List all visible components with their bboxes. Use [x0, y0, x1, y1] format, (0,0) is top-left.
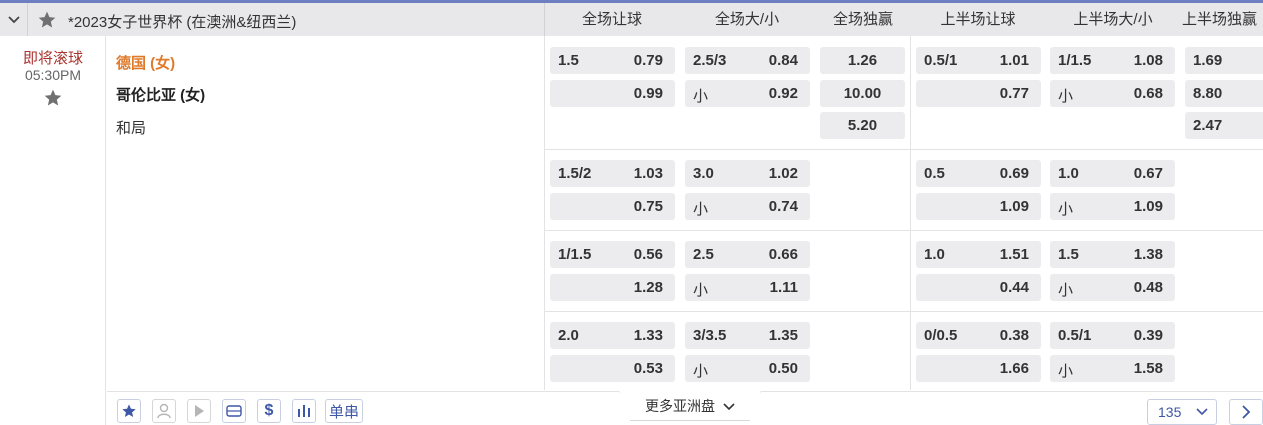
ticket-button[interactable]	[222, 399, 246, 423]
chevron-right-icon	[1242, 405, 1251, 419]
live-streamer-icon	[157, 403, 171, 419]
play-icon	[195, 405, 204, 417]
ft-handicap-away-odds[interactable]: 0.53	[550, 355, 675, 382]
col-ft-handicap: 全场让球	[581, 11, 642, 28]
col-ft-1x2: 全场独赢	[832, 11, 893, 28]
ft-handicap-away-odds[interactable]: 1.28	[550, 274, 675, 301]
ht-1x2-home-odds[interactable]: 1.69	[1185, 47, 1263, 74]
chevron-down-icon	[1196, 400, 1208, 425]
market-count-select[interactable]: 135	[1147, 399, 1217, 425]
match-status: 即将滚球	[22, 50, 83, 67]
col-ht-1x2: 上半场独赢	[1182, 11, 1258, 28]
league-header: *2023女子世界杯 (在澳洲&纽西兰) 全场让球 全场大/小 全场独赢 上半场…	[0, 0, 1263, 36]
more-label: 更多亚洲盘	[645, 398, 716, 414]
ft-under-odds[interactable]: 小 0.50	[685, 355, 810, 382]
ft-over-odds[interactable]: 2.5 0.66	[685, 241, 810, 268]
ht-over-odds[interactable]: 1.5 1.38	[1050, 241, 1175, 268]
ht-handicap-home-odds[interactable]: 1.0 1.51	[916, 241, 1041, 268]
away-team: 哥伦比亚 (女)	[116, 87, 206, 104]
ft-under-odds[interactable]: 小 1.11	[685, 274, 810, 301]
star-icon[interactable]	[36, 10, 58, 30]
line-divider	[545, 149, 1263, 150]
ft-handicap-home-odds[interactable]: 1.5 0.79	[550, 47, 675, 74]
draw-label: 和局	[116, 120, 147, 137]
ft-1x2-away-odds[interactable]: 10.00	[820, 80, 905, 107]
play-button[interactable]	[187, 399, 211, 423]
ht-1x2-away-odds[interactable]: 8.80	[1185, 80, 1263, 107]
ht-1x2-draw-odds[interactable]: 2.47	[1185, 112, 1263, 139]
ft-1x2-draw-odds[interactable]: 5.20	[820, 112, 905, 139]
ht-under-odds[interactable]: 小 0.68	[1050, 80, 1175, 107]
ht-handicap-home-odds[interactable]: 0.5 0.69	[916, 160, 1041, 187]
ft-over-odds[interactable]: 2.5/3 0.84	[685, 47, 810, 74]
ticket-icon	[226, 405, 242, 417]
stats-button[interactable]	[292, 399, 316, 423]
ft-handicap-away-odds[interactable]: 0.75	[550, 193, 675, 220]
ht-handicap-away-odds[interactable]: 0.77	[916, 80, 1041, 107]
dollar-icon: $	[264, 402, 274, 419]
ht-over-odds[interactable]: 1/1.5 1.08	[1050, 47, 1175, 74]
match-time: 05:30PM	[24, 67, 82, 83]
column-divider	[544, 36, 545, 390]
ft-over-odds[interactable]: 3.0 1.02	[685, 160, 810, 187]
line-divider	[545, 311, 1263, 312]
ft-handicap-away-odds[interactable]: 0.99	[550, 80, 675, 107]
line-divider	[545, 230, 1263, 231]
ft-over-odds[interactable]: 3/3.5 1.35	[685, 322, 810, 349]
favorite-star-icon[interactable]	[42, 88, 64, 108]
header-divider	[544, 3, 545, 36]
ft-handicap-home-odds[interactable]: 1/1.5 0.56	[550, 241, 675, 268]
ht-over-odds[interactable]: 1.0 0.67	[1050, 160, 1175, 187]
more-asian-lines-toggle[interactable]: 更多亚洲盘	[619, 391, 761, 421]
ht-under-odds[interactable]: 小 1.58	[1050, 355, 1175, 382]
league-title: *2023女子世界杯 (在澳洲&纽西兰)	[68, 14, 297, 31]
chevron-down-icon	[7, 15, 20, 23]
column-divider	[910, 36, 911, 390]
collapse-toggle[interactable]	[0, 3, 28, 36]
chevron-down-icon	[723, 403, 735, 411]
bar-chart-icon	[298, 405, 310, 417]
live-streamer-button[interactable]	[152, 399, 176, 423]
ht-handicap-away-odds[interactable]: 1.09	[916, 193, 1041, 220]
ht-under-odds[interactable]: 小 0.48	[1050, 274, 1175, 301]
dollar-button[interactable]: $	[257, 399, 281, 423]
ft-under-odds[interactable]: 小 0.92	[685, 80, 810, 107]
ft-under-odds[interactable]: 小 0.74	[685, 193, 810, 220]
col-ft-over-under: 全场大/小	[714, 11, 780, 28]
ht-over-odds[interactable]: 0.5/1 0.39	[1050, 322, 1175, 349]
col-ht-over-under: 上半场大/小	[1073, 11, 1153, 28]
ht-handicap-home-odds[interactable]: 0.5/1 1.01	[916, 47, 1041, 74]
ht-handicap-away-odds[interactable]: 0.44	[916, 274, 1041, 301]
match-status-column: 即将滚球 05:30PM	[0, 36, 106, 425]
ht-under-odds[interactable]: 小 1.09	[1050, 193, 1175, 220]
star-icon	[122, 404, 136, 417]
next-button[interactable]	[1229, 399, 1263, 425]
market-count: 135	[1158, 404, 1182, 420]
match-footer: $ 单串 更多亚洲盘 135	[107, 391, 1263, 425]
ht-handicap-away-odds[interactable]: 1.66	[916, 355, 1041, 382]
home-team: 德国 (女)	[116, 55, 176, 72]
ft-handicap-home-odds[interactable]: 2.0 1.33	[550, 322, 675, 349]
parlay-button[interactable]: 单串	[325, 399, 363, 423]
ft-handicap-home-odds[interactable]: 1.5/2 1.03	[550, 160, 675, 187]
ft-1x2-home-odds[interactable]: 1.26	[820, 47, 905, 74]
col-ht-handicap: 上半场让球	[940, 11, 1016, 28]
favorite-button[interactable]	[117, 399, 141, 423]
ht-handicap-home-odds[interactable]: 0/0.5 0.38	[916, 322, 1041, 349]
